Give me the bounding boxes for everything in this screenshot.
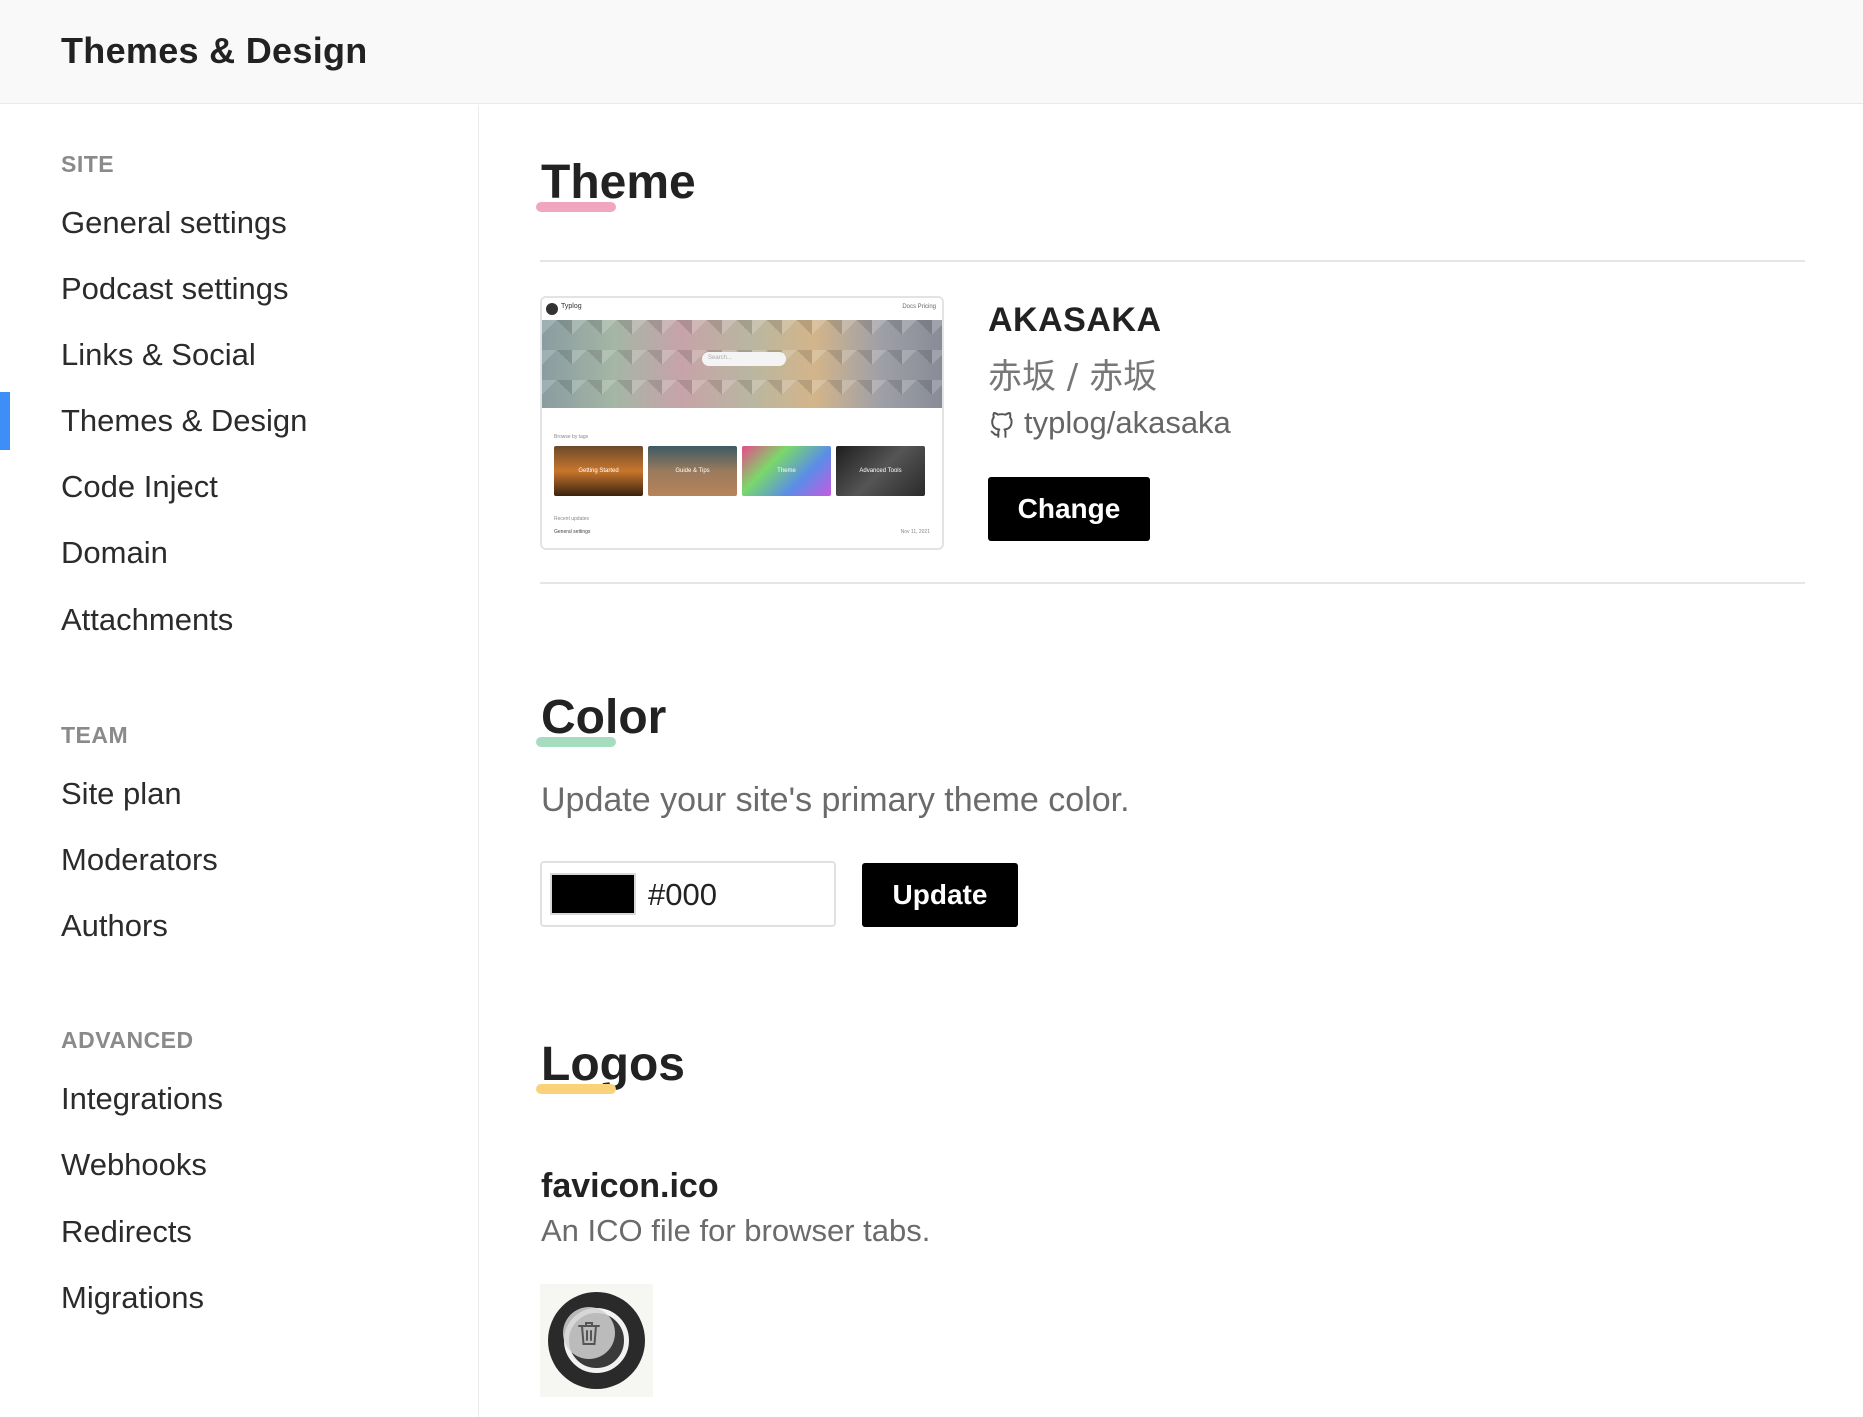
preview-card: Advanced Tools <box>836 446 925 496</box>
theme-repo-link[interactable]: typlog/akasaka <box>988 405 1231 441</box>
theme-repo-label: typlog/akasaka <box>1024 405 1231 440</box>
sidebar-item-general-settings[interactable]: General settings <box>61 203 287 243</box>
top-bar: Themes & Design <box>0 0 1863 104</box>
preview-nav-links: Docs Pricing <box>902 304 936 310</box>
sidebar-section-site: SITE <box>61 151 115 177</box>
theme-preview-thumbnail[interactable]: Typlog Docs Pricing Search... Browse by … <box>540 296 944 550</box>
sidebar-section-advanced: ADVANCED <box>61 1027 194 1053</box>
preview-recent-item: General settings <box>554 529 591 535</box>
color-field <box>540 861 836 927</box>
sidebar-item-moderators[interactable]: Moderators <box>61 840 218 880</box>
page-header-title: Themes & Design <box>61 30 368 71</box>
sidebar-item-attachments[interactable]: Attachments <box>61 600 233 640</box>
sidebar-item-authors[interactable]: Authors <box>61 906 168 946</box>
sidebar-item-integrations[interactable]: Integrations <box>61 1079 223 1119</box>
sidebar-section-team: TEAM <box>61 722 129 748</box>
sidebar-item-webhooks[interactable]: Webhooks <box>61 1145 207 1185</box>
color-description: Update your site's primary theme color. <box>541 781 1130 819</box>
preview-search: Search... <box>702 352 786 366</box>
preview-recent-date: Nov 11, 2021 <box>900 529 930 535</box>
preview-card: Getting Started <box>554 446 643 496</box>
update-color-button[interactable]: Update <box>862 863 1018 927</box>
sidebar-item-links-social[interactable]: Links & Social <box>61 335 256 375</box>
favicon-title: favicon.ico <box>541 1167 719 1205</box>
change-theme-button[interactable]: Change <box>988 477 1150 541</box>
divider <box>540 582 1805 584</box>
favicon-preview <box>540 1284 653 1397</box>
preview-recent-label: Recent updates <box>554 516 590 522</box>
delete-favicon-button[interactable] <box>563 1307 615 1359</box>
theme-name: AKASAKA <box>988 301 1162 339</box>
theme-subtitle: 赤坂 / 赤坂 <box>988 357 1158 397</box>
preview-browse-label: Browse by tags <box>554 434 589 440</box>
sidebar: SITE General settings Podcast settings L… <box>0 105 479 1417</box>
divider <box>540 260 1805 262</box>
color-heading-underline <box>536 737 616 747</box>
trash-icon <box>578 1322 600 1345</box>
sidebar-item-podcast-settings[interactable]: Podcast settings <box>61 269 288 309</box>
sidebar-item-domain[interactable]: Domain <box>61 533 168 573</box>
preview-logo-icon <box>546 303 558 315</box>
sidebar-item-redirects[interactable]: Redirects <box>61 1212 192 1252</box>
main-content: Theme Typlog Docs Pricing Search... Brow… <box>480 105 1863 1417</box>
github-icon <box>990 412 1013 438</box>
sidebar-item-themes-design[interactable]: Themes & Design <box>61 401 307 441</box>
favicon-description: An ICO file for browser tabs. <box>541 1213 931 1248</box>
sidebar-active-indicator <box>0 392 10 450</box>
preview-card: Guide & Tips <box>648 446 737 496</box>
preview-nav: Typlog Docs Pricing <box>542 298 942 320</box>
sidebar-item-code-inject[interactable]: Code Inject <box>61 467 218 507</box>
logos-heading-underline <box>536 1084 616 1094</box>
sidebar-item-migrations[interactable]: Migrations <box>61 1278 204 1318</box>
color-hex-input[interactable] <box>648 875 828 915</box>
preview-hero-image: Search... <box>542 320 942 408</box>
preview-card: Theme <box>742 446 831 496</box>
sidebar-item-site-plan[interactable]: Site plan <box>61 774 182 814</box>
theme-heading-underline <box>536 202 616 212</box>
preview-brand: Typlog <box>561 303 582 310</box>
color-swatch-picker[interactable] <box>550 873 636 915</box>
